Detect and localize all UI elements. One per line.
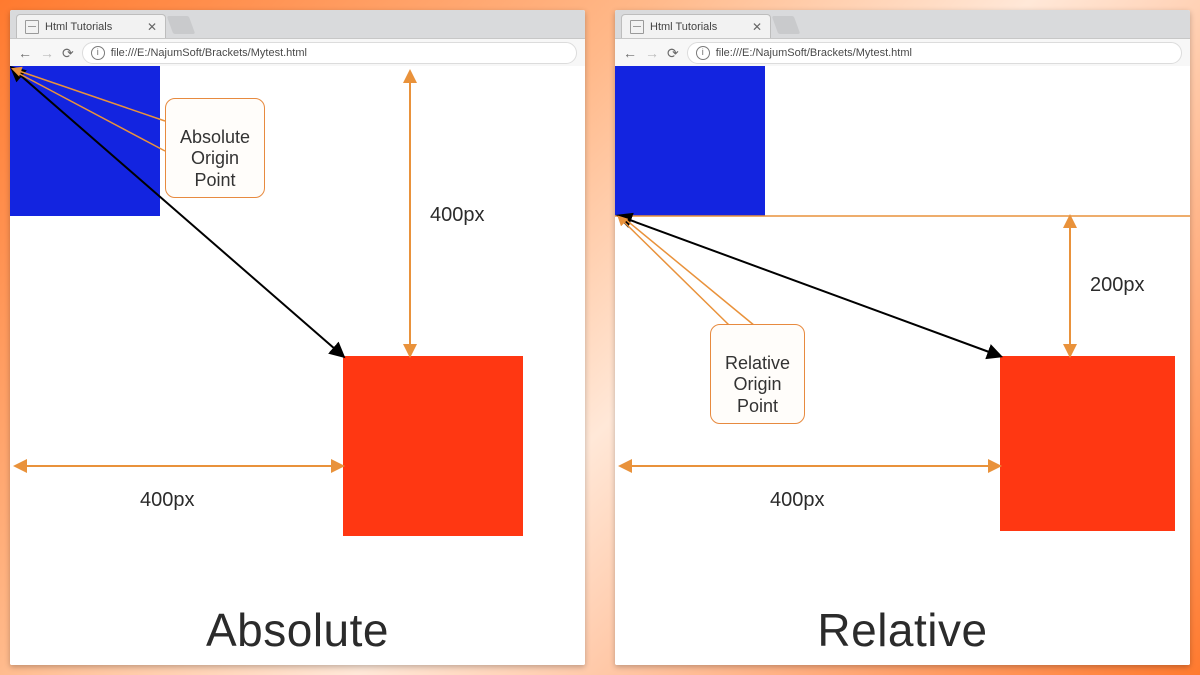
reload-button[interactable]: ⟳ [667,46,679,60]
dim-v-label: 200px [1090,274,1145,296]
callout-relative: Relative Origin Point [710,324,805,424]
info-icon: i [696,46,710,60]
close-icon[interactable]: ✕ [752,21,762,33]
panel-absolute: Html Tutorials ✕ ← → ⟳ i file:///E:/Naju… [10,10,585,665]
file-icon [25,20,39,34]
new-tab-button[interactable] [167,16,196,34]
page-absolute: 400px 400px Absolute Origin Point Absolu… [10,66,585,665]
red-box [1000,356,1175,531]
callout-text: Relative Origin Point [725,353,790,416]
diagram-stage: Html Tutorials ✕ ← → ⟳ i file:///E:/Naju… [0,0,1200,675]
close-icon[interactable]: ✕ [147,21,157,33]
reload-button[interactable]: ⟳ [62,46,74,60]
dim-v-label: 400px [430,204,485,226]
browser-tabstrip: Html Tutorials ✕ [10,10,585,39]
red-box [343,356,523,536]
forward-button[interactable]: → [40,46,54,60]
blue-box [10,66,160,216]
file-icon [630,20,644,34]
diagram-svg: 200px 400px [615,66,1190,665]
back-button[interactable]: ← [18,46,32,60]
callout-pointer-2 [625,219,755,326]
forward-button[interactable]: → [645,46,659,60]
blue-box [615,66,765,216]
browser-tab[interactable]: Html Tutorials ✕ [16,14,166,38]
url-text: file:///E:/NajumSoft/Brackets/Mytest.htm… [716,47,912,59]
browser-toolbar: ← → ⟳ i file:///E:/NajumSoft/Brackets/My… [10,39,585,68]
url-text: file:///E:/NajumSoft/Brackets/Mytest.htm… [111,47,307,59]
panel-title: Relative [615,603,1190,657]
dim-h-label: 400px [140,489,195,511]
tab-title: Html Tutorials [45,21,112,33]
browser-toolbar: ← → ⟳ i file:///E:/NajumSoft/Brackets/My… [615,39,1190,68]
dim-h-label: 400px [770,489,825,511]
panel-title: Absolute [10,603,585,657]
origin-arrow [619,216,1000,356]
browser-tab[interactable]: Html Tutorials ✕ [621,14,771,38]
address-bar[interactable]: i file:///E:/NajumSoft/Brackets/Mytest.h… [82,42,577,64]
address-bar[interactable]: i file:///E:/NajumSoft/Brackets/Mytest.h… [687,42,1182,64]
info-icon: i [91,46,105,60]
callout-absolute: Absolute Origin Point [165,98,265,198]
callout-text: Absolute Origin Point [180,127,250,190]
tab-title: Html Tutorials [650,21,717,33]
page-relative: 200px 400px Relative Origin Point Relati… [615,66,1190,665]
browser-tabstrip: Html Tutorials ✕ [615,10,1190,39]
callout-pointer [621,219,730,326]
diagram-svg: 400px 400px [10,66,585,665]
new-tab-button[interactable] [772,16,801,34]
back-button[interactable]: ← [623,46,637,60]
panel-relative: Html Tutorials ✕ ← → ⟳ i file:///E:/Naju… [615,10,1190,665]
